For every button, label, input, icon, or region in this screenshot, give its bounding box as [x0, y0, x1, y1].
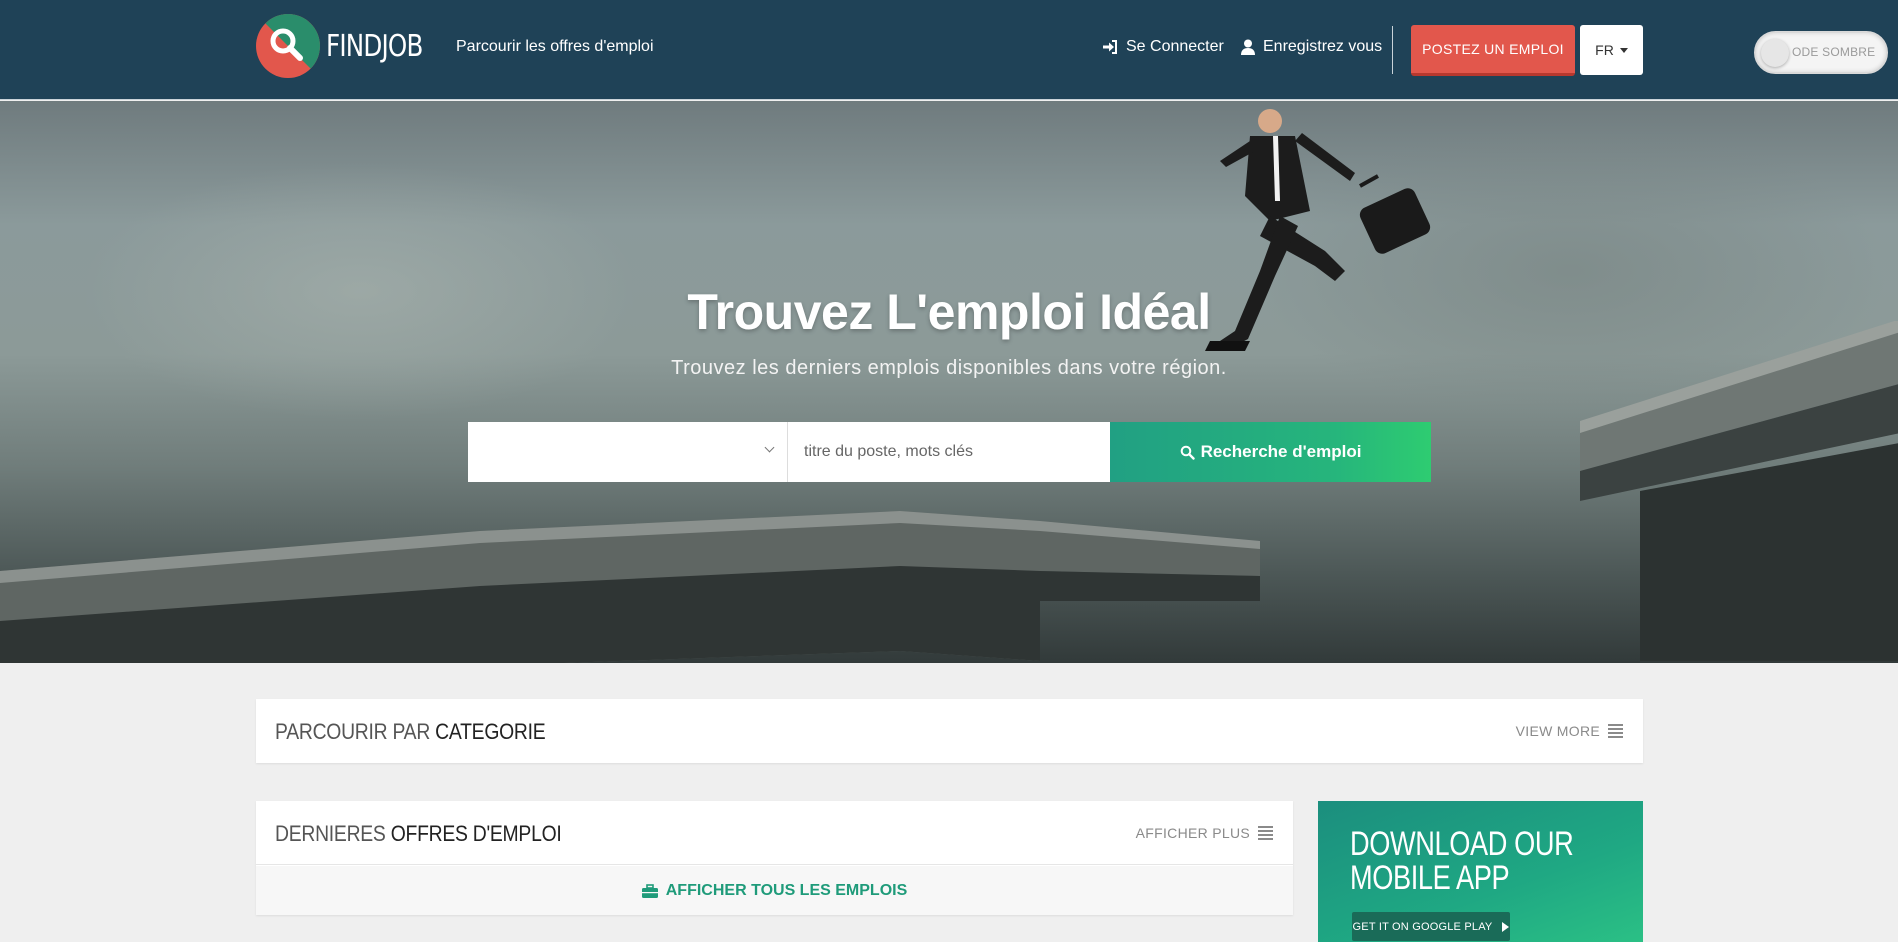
latest-jobs-panel: DERNIERES OFFRES D'EMPLOI AFFICHER PLUS …	[256, 801, 1293, 915]
login-link[interactable]: Se Connecter	[1102, 38, 1224, 56]
view-more-label: VIEW MORE	[1515, 723, 1600, 739]
caret-down-icon	[1619, 47, 1628, 53]
search-jobs-button[interactable]: Recherche d'emploi	[1110, 422, 1431, 482]
login-label: Se Connecter	[1126, 38, 1224, 55]
show-all-jobs-label: AFFICHER TOUS LES EMPLOIS	[665, 881, 908, 899]
language-dropdown[interactable]: FR	[1580, 25, 1643, 75]
hero-subtitle: Trouvez les derniers emplois disponibles…	[671, 357, 1227, 379]
logo[interactable]: FINDJOB	[256, 14, 444, 78]
dark-mode-label: ODE SOMBRE	[1792, 45, 1876, 59]
nav-divider	[1392, 26, 1393, 74]
latest-jobs-title: DERNIERES OFFRES D'EMPLOI	[275, 821, 562, 847]
google-play-button[interactable]: GET IT ON GOOGLE PLAY	[1352, 912, 1510, 941]
language-value: FR	[1595, 42, 1614, 58]
top-navbar: FINDJOB Parcourir les offres d'emploi Se…	[0, 0, 1898, 100]
bars-icon	[1608, 724, 1623, 738]
browse-jobs-link[interactable]: Parcourir les offres d'emploi	[456, 38, 654, 56]
keyword-search-input[interactable]	[788, 422, 1110, 482]
google-play-label: GET IT ON GOOGLE PLAY	[1352, 920, 1493, 933]
logo-search-icon	[256, 14, 320, 78]
categories-title-light: PARCOURIR PAR	[275, 719, 436, 744]
toggle-knob	[1761, 39, 1789, 67]
categories-title-strong: CATEGORIE	[435, 719, 546, 744]
play-icon	[1502, 921, 1510, 932]
latest-jobs-header: DERNIERES OFFRES D'EMPLOI AFFICHER PLUS	[256, 801, 1293, 865]
briefcase-icon	[641, 883, 658, 898]
dark-mode-toggle[interactable]: ODE SOMBRE	[1754, 31, 1888, 74]
register-link[interactable]: Enregistrez vous	[1241, 38, 1382, 56]
search-icon	[1180, 445, 1195, 460]
show-all-jobs-link[interactable]: AFFICHER TOUS LES EMPLOIS	[256, 866, 1293, 915]
user-icon	[1241, 39, 1255, 55]
app-promo-title-line1: DOWNLOAD OUR	[1350, 825, 1574, 863]
show-more-label: AFFICHER PLUS	[1135, 825, 1250, 841]
register-label: Enregistrez vous	[1263, 38, 1383, 55]
browse-categories-panel: PARCOURIR PAR CATEGORIE VIEW MORE	[256, 699, 1643, 763]
post-job-button[interactable]: POSTEZ UN EMPLOI	[1411, 25, 1575, 76]
categories-title: PARCOURIR PAR CATEGORIE	[275, 719, 546, 745]
hero-bridge-left-image	[0, 511, 1260, 663]
show-more-jobs-link[interactable]: AFFICHER PLUS	[1136, 825, 1273, 841]
login-icon	[1103, 40, 1117, 54]
latest-jobs-title-strong: OFFRES D'EMPLOI	[390, 821, 562, 846]
hero-banner: Trouvez L'emploi Idéal Trouvez les derni…	[0, 101, 1898, 663]
app-promo-title: DOWNLOAD OUR MOBILE APP	[1350, 825, 1574, 897]
search-button-label: Recherche d'emploi	[1200, 442, 1362, 461]
mobile-app-promo: DOWNLOAD OUR MOBILE APP GET IT ON GOOGLE…	[1318, 801, 1643, 942]
hero-title: Trouvez L'emploi Idéal	[687, 284, 1211, 340]
chevron-down-icon	[764, 442, 775, 453]
app-promo-title-line2: MOBILE APP	[1350, 859, 1510, 897]
view-more-categories-link[interactable]: VIEW MORE	[1516, 723, 1623, 739]
latest-jobs-title-light: DERNIERES	[275, 821, 391, 846]
location-select[interactable]	[468, 422, 788, 482]
logo-text: FINDJOB	[326, 28, 423, 64]
bars-icon	[1258, 826, 1273, 840]
